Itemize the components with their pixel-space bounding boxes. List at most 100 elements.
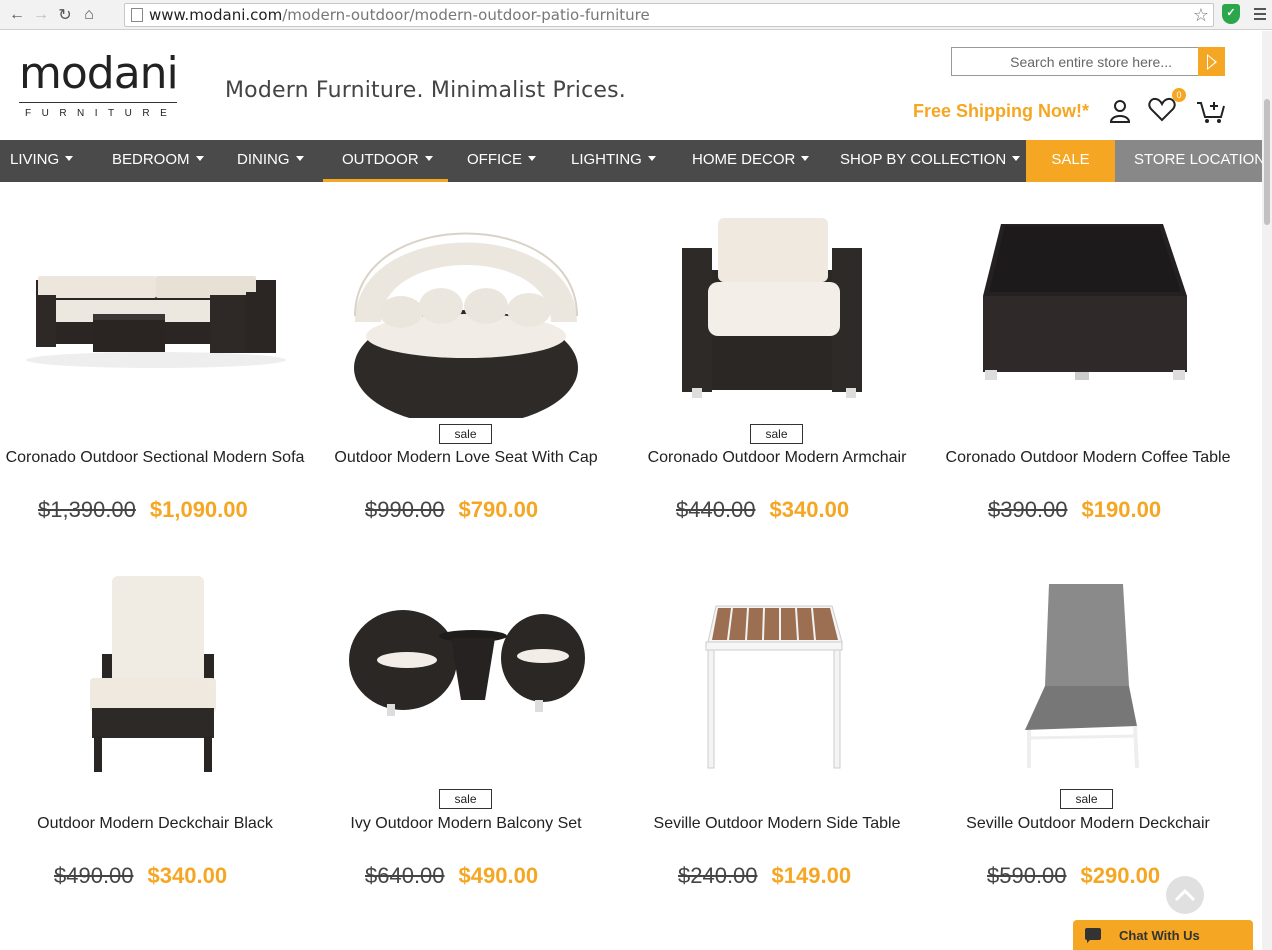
- search-field-wrapper: [951, 47, 1199, 76]
- product-prices: $990.00 $790.00: [365, 497, 538, 523]
- search-input[interactable]: [952, 48, 1198, 75]
- product-prices: $590.00 $290.00: [987, 863, 1160, 889]
- free-shipping-link[interactable]: Free Shipping Now!*: [913, 101, 1089, 122]
- sale-price: $790.00: [458, 497, 539, 522]
- product-prices: $640.00 $490.00: [365, 863, 538, 889]
- browser-menu-icon[interactable]: [1254, 5, 1266, 23]
- sale-price: $340.00: [147, 863, 228, 888]
- old-price: $490.00: [54, 863, 134, 888]
- wishlist-count-badge: 0: [1172, 88, 1186, 102]
- sale-tag: sale: [1060, 789, 1113, 809]
- product-name[interactable]: Ivy Outdoor Modern Balcony Set: [316, 813, 616, 834]
- product-prices: $490.00 $340.00: [54, 863, 227, 889]
- sale-price: $340.00: [769, 497, 850, 522]
- nav-label: SHOP BY COLLECTION: [840, 151, 1007, 168]
- old-price: $240.00: [678, 863, 758, 888]
- wishlist-heart-icon[interactable]: [1148, 96, 1176, 122]
- page-scrollbar[interactable]: [1262, 31, 1272, 950]
- home-icon[interactable]: ⌂: [78, 4, 100, 26]
- browser-toolbar: ← → ↻ ⌂ www.modani.com/modern-outdoor/mo…: [0, 0, 1272, 30]
- caret-down-icon: [647, 155, 656, 161]
- product-name[interactable]: Seville Outdoor Modern Side Table: [627, 813, 927, 834]
- logo-divider: [19, 102, 177, 103]
- url-path: /modern-outdoor/modern-outdoor-patio-fur…: [282, 6, 650, 24]
- play-arrow-icon: [1206, 53, 1217, 70]
- nav-shop-by-collection[interactable]: SHOP BY COLLECTION: [840, 140, 1021, 182]
- sale-price: $490.00: [458, 863, 539, 888]
- back-icon[interactable]: ←: [6, 4, 28, 26]
- sale-price: $1,090.00: [149, 497, 248, 522]
- nav-outdoor[interactable]: OUTDOOR: [323, 140, 448, 182]
- scroll-to-top-button[interactable]: [1166, 876, 1204, 914]
- nav-label: HOME DECOR: [692, 151, 796, 168]
- product-prices: $390.00 $190.00: [988, 497, 1161, 523]
- caret-down-icon: [801, 155, 810, 161]
- nav-label: LIVING: [10, 151, 60, 168]
- logo-word: modani: [19, 48, 179, 99]
- bookmark-star-icon[interactable]: ☆: [1193, 5, 1209, 26]
- product-image-balcony-set[interactable]: [311, 600, 622, 740]
- product-image-seville-deckchair[interactable]: [933, 578, 1244, 778]
- product-image-side-table[interactable]: [622, 598, 933, 778]
- account-icon[interactable]: [1110, 99, 1130, 123]
- nav-home-decor[interactable]: HOME DECOR: [692, 140, 810, 182]
- nav-sale[interactable]: SALE: [1026, 140, 1115, 182]
- product-name[interactable]: Seville Outdoor Modern Deckchair: [938, 813, 1238, 834]
- sale-price: $149.00: [771, 863, 852, 888]
- cart-icon[interactable]: [1196, 97, 1226, 125]
- product-name[interactable]: Coronado Outdoor Modern Armchair: [627, 447, 927, 468]
- nav-lighting[interactable]: LIGHTING: [571, 140, 656, 182]
- sale-price: $190.00: [1081, 497, 1162, 522]
- shield-extension-icon[interactable]: ✓: [1222, 4, 1240, 24]
- site-logo[interactable]: modani FURNITURE: [19, 48, 179, 119]
- url-host: www.modani.com: [149, 6, 283, 24]
- search-button[interactable]: [1198, 47, 1225, 76]
- caret-down-icon: [295, 155, 304, 161]
- old-price: $990.00: [365, 497, 445, 522]
- sale-price: $290.00: [1080, 863, 1161, 888]
- old-price: $440.00: [676, 497, 756, 522]
- nav-store-locations[interactable]: STORE LOCATIONS: [1115, 140, 1272, 182]
- nav-label: LIGHTING: [571, 151, 642, 168]
- chevron-up-icon: [1174, 888, 1196, 902]
- chat-label: Chat With Us: [1119, 927, 1200, 943]
- nav-label: OUTDOOR: [342, 151, 419, 168]
- nav-living[interactable]: LIVING: [10, 140, 74, 182]
- sale-tag: sale: [750, 424, 803, 444]
- nav-label: DINING: [237, 151, 290, 168]
- product-prices: $240.00 $149.00: [678, 863, 851, 889]
- caret-down-icon: [1012, 155, 1021, 161]
- caret-down-icon: [424, 155, 433, 161]
- main-navigation: LIVING BEDROOM DINING OUTDOOR OFFICE LIG…: [0, 140, 1272, 182]
- nav-office[interactable]: OFFICE: [467, 140, 536, 182]
- page-icon: [131, 8, 143, 22]
- site-tagline: Modern Furniture. Minimalist Prices.: [225, 78, 626, 103]
- product-image-sectional-sofa[interactable]: [0, 200, 311, 440]
- product-prices: $440.00 $340.00: [676, 497, 849, 523]
- caret-down-icon: [195, 155, 204, 161]
- nav-dining[interactable]: DINING: [237, 140, 304, 182]
- old-price: $390.00: [988, 497, 1068, 522]
- caret-down-icon: [65, 155, 74, 161]
- chat-bubble-icon: [1085, 928, 1101, 943]
- address-bar[interactable]: www.modani.com/modern-outdoor/modern-out…: [124, 3, 1214, 27]
- product-image-deckchair-black[interactable]: [0, 570, 311, 806]
- scrollbar-thumb[interactable]: [1264, 99, 1270, 225]
- product-image-armchair[interactable]: [622, 200, 933, 420]
- nav-bedroom[interactable]: BEDROOM: [112, 140, 204, 182]
- sale-tag: sale: [439, 789, 492, 809]
- caret-down-icon: [528, 155, 536, 161]
- old-price: $640.00: [365, 863, 445, 888]
- nav-label: OFFICE: [467, 151, 522, 168]
- product-name[interactable]: Coronado Outdoor Sectional Modern Sofa: [5, 447, 305, 468]
- product-name[interactable]: Outdoor Modern Love Seat With Cap: [316, 447, 616, 468]
- reload-icon[interactable]: ↻: [54, 4, 76, 26]
- product-image-love-seat[interactable]: [311, 196, 622, 444]
- product-name[interactable]: Outdoor Modern Deckchair Black: [5, 813, 305, 834]
- product-name[interactable]: Coronado Outdoor Modern Coffee Table: [938, 447, 1238, 468]
- nav-label: BEDROOM: [112, 151, 190, 168]
- forward-icon[interactable]: →: [30, 4, 52, 26]
- product-image-coffee-table[interactable]: [933, 210, 1244, 420]
- old-price: $1,390.00: [38, 497, 136, 522]
- chat-widget-button[interactable]: Chat With Us: [1073, 920, 1253, 950]
